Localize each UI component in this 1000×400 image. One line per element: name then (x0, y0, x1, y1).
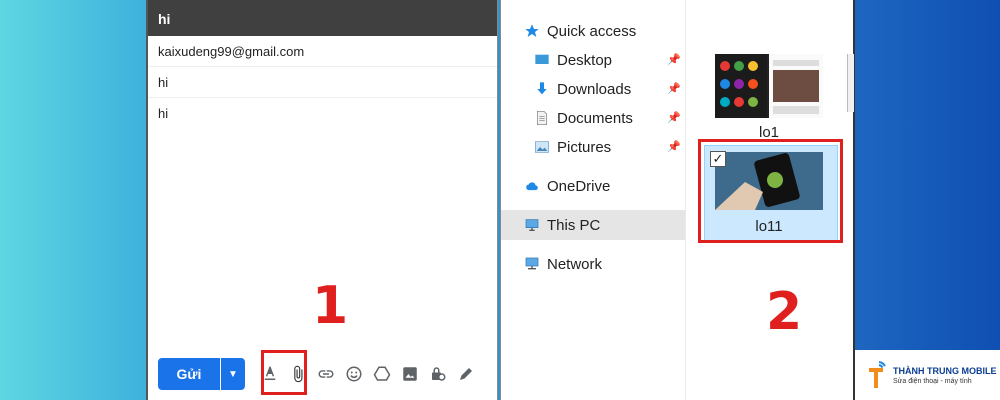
nav-label: Quick access (547, 22, 637, 40)
nav-documents[interactable]: Documents 📌 (501, 103, 685, 133)
emoji-icon[interactable] (343, 363, 365, 385)
nav-label: Pictures (557, 138, 612, 156)
selected-file-highlight-box (698, 139, 843, 243)
nav-label: Desktop (557, 51, 613, 69)
attach-highlight-box (261, 350, 307, 395)
pin-icon: 📌 (667, 112, 681, 124)
network-icon (523, 255, 541, 273)
signature-pen-icon[interactable] (455, 363, 477, 385)
subject-field[interactable]: hi (148, 67, 497, 98)
cloud-icon (523, 177, 541, 195)
nav-label: Downloads (557, 80, 632, 98)
pictures-icon (533, 138, 551, 156)
computer-icon (523, 216, 541, 234)
insert-photo-icon[interactable] (399, 363, 421, 385)
brand-name: THÀNH TRUNG MOBILE (893, 365, 997, 376)
confidential-mode-icon[interactable] (427, 363, 449, 385)
pin-icon: 📌 (667, 83, 681, 95)
nav-label: Network (547, 255, 603, 273)
download-arrow-icon (533, 80, 551, 98)
document-icon (533, 109, 551, 127)
send-button[interactable]: Gửi (158, 358, 220, 390)
nav-label: Documents (557, 109, 633, 127)
google-drive-icon[interactable] (371, 363, 393, 385)
file-thumbnail-lo1[interactable] (715, 54, 823, 118)
nav-this-pc[interactable]: This PC (501, 210, 685, 240)
nav-quick-access[interactable]: Quick access (501, 16, 685, 46)
step-number-2: 2 (766, 282, 803, 342)
compose-toolbar: Gửi ▼ (158, 358, 488, 390)
pane-divider (685, 0, 686, 400)
send-options-button[interactable]: ▼ (221, 358, 245, 390)
brand-logo: THÀNH TRUNG MOBILE Sửa điện thoại - máy … (855, 350, 1000, 400)
nav-network[interactable]: Network (501, 249, 685, 279)
nav-pictures[interactable]: Pictures 📌 (501, 132, 685, 162)
file-thumbnail-partial (847, 54, 854, 112)
step-number-1: 1 (312, 276, 349, 336)
gmail-compose-window: hi kaixudeng99@gmail.com hi hi Gửi ▼ (146, 0, 498, 400)
pin-icon: 📌 (667, 54, 681, 66)
nav-desktop[interactable]: Desktop 📌 (501, 45, 685, 75)
pin-icon: 📌 (667, 141, 681, 153)
recipient-field[interactable]: kaixudeng99@gmail.com (148, 36, 497, 67)
nav-downloads[interactable]: Downloads 📌 (501, 74, 685, 104)
brand-tagline: Sửa điện thoại - máy tính (893, 377, 972, 385)
star-icon (523, 22, 541, 40)
compose-title: hi (148, 0, 497, 36)
nav-label: OneDrive (547, 177, 611, 195)
message-body[interactable]: hi (148, 98, 497, 129)
navigation-pane: Quick access Desktop 📌 Downloads 📌 Docum… (501, 0, 685, 400)
insert-link-icon[interactable] (315, 363, 337, 385)
desktop-folder-icon (533, 51, 551, 69)
brand-logo-icon (869, 361, 886, 388)
nav-label: This PC (547, 216, 601, 234)
nav-onedrive[interactable]: OneDrive (501, 171, 685, 201)
